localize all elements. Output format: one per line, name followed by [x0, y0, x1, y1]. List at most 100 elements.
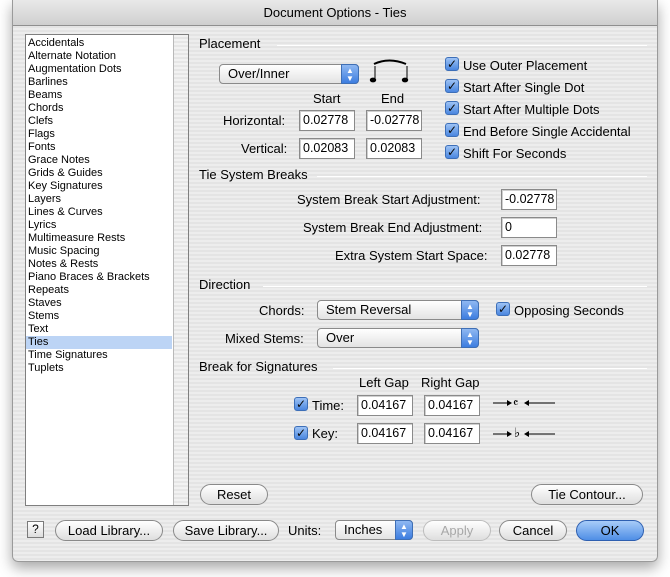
left-gap-label: Left Gap — [359, 375, 409, 390]
sidebar-item[interactable]: Piano Braces & Brackets — [26, 271, 172, 284]
use-outer-placement-label: Use Outer Placement — [463, 58, 588, 73]
popup-arrows-icon: ▲ ▼ — [461, 328, 479, 348]
direction-heading: Direction — [199, 277, 251, 292]
chords-label: Chords: — [259, 303, 305, 318]
popup-arrows-icon: ▲ ▼ — [341, 64, 359, 84]
breaks-divider — [317, 176, 647, 177]
key-left-gap-field[interactable]: 0.04167 — [357, 423, 413, 444]
help-button[interactable]: ? — [27, 521, 44, 538]
vertical-label: Vertical: — [241, 141, 288, 156]
break-end-label: System Break End Adjustment: — [303, 220, 483, 235]
right-gap-label: Right Gap — [421, 375, 480, 390]
sidebar-item[interactable]: Grace Notes — [26, 154, 172, 167]
sidebar-item[interactable]: Tuplets — [26, 362, 172, 375]
horizontal-label: Horizontal: — [223, 113, 286, 128]
placement-heading: Placement — [199, 36, 261, 51]
use-outer-placement-checkbox[interactable]: ✓ — [445, 57, 459, 71]
save-library-button[interactable]: Save Library... — [173, 520, 279, 541]
sidebar-item[interactable]: Ties — [26, 336, 172, 349]
extra-start-space-label: Extra System Start Space: — [335, 248, 488, 263]
sidebar-item[interactable]: Accidentals — [26, 37, 172, 50]
popup-arrows-icon: ▲ ▼ — [461, 300, 479, 320]
break-start-label: System Break Start Adjustment: — [297, 192, 481, 207]
extra-start-space-field[interactable]: 0.02778 — [501, 245, 557, 266]
key-signature-gap-icon: ♭ — [493, 426, 555, 441]
start-after-multiple-dots-label: Start After Multiple Dots — [463, 102, 600, 117]
time-left-gap-field[interactable]: 0.04167 — [357, 395, 413, 416]
sidebar-item[interactable]: Repeats — [26, 284, 172, 297]
start-after-multiple-dots-checkbox[interactable]: ✓ — [445, 101, 459, 115]
tie-preview-icon — [369, 59, 409, 83]
time-label: Time: — [312, 398, 345, 413]
sidebar-item[interactable]: Text — [26, 323, 172, 336]
apply-button[interactable]: Apply — [423, 520, 491, 541]
units-popup-value: Inches — [344, 522, 383, 537]
vertical-start-field[interactable]: 0.02083 — [299, 138, 355, 159]
shift-for-seconds-label: Shift For Seconds — [463, 146, 567, 161]
sidebar-item[interactable]: Fonts — [26, 141, 172, 154]
sidebar-item[interactable]: Lines & Curves — [26, 206, 172, 219]
ok-button[interactable]: OK — [576, 520, 644, 541]
opposing-seconds-label: Opposing Seconds — [514, 303, 624, 318]
mixed-stems-label: Mixed Stems: — [225, 331, 304, 346]
key-break-checkbox[interactable]: ✓ — [294, 426, 308, 440]
horizontal-end-field[interactable]: -0.02778 — [366, 110, 422, 131]
sidebar-item[interactable]: Stems — [26, 310, 172, 323]
start-after-single-dot-checkbox[interactable]: ✓ — [445, 79, 459, 93]
sidebar-item[interactable]: Multimeasure Rests — [26, 232, 172, 245]
vertical-end-field[interactable]: 0.02083 — [366, 138, 422, 159]
time-break-checkbox[interactable]: ✓ — [294, 397, 308, 411]
break-end-field[interactable]: 0 — [501, 217, 557, 238]
shift-for-seconds-checkbox[interactable]: ✓ — [445, 145, 459, 159]
tie-system-breaks-heading: Tie System Breaks — [199, 167, 308, 182]
break-for-signatures-heading: Break for Signatures — [199, 359, 318, 374]
sidebar-item[interactable]: Alternate Notation — [26, 50, 172, 63]
sidebar-item[interactable]: Barlines — [26, 76, 172, 89]
end-column-label: End — [381, 91, 405, 106]
horizontal-start-field[interactable]: 0.02778 — [299, 110, 355, 131]
sidebar-item[interactable]: Augmentation Dots — [26, 63, 172, 76]
time-signature-gap-icon: 𝄴 — [493, 396, 555, 410]
key-label: Key: — [312, 426, 339, 441]
placement-divider — [277, 45, 647, 46]
sidebar-item[interactable]: Staves — [26, 297, 172, 310]
sidebar-item[interactable]: Time Signatures — [26, 349, 172, 362]
sidebar-item[interactable]: Notes & Rests — [26, 258, 172, 271]
break-start-field[interactable]: -0.02778 — [501, 189, 557, 210]
sidebar-item[interactable]: Beams — [26, 89, 172, 102]
tie-contour-button[interactable]: Tie Contour... — [531, 484, 643, 505]
start-column-label: Start — [313, 91, 341, 106]
mixed-stems-popup[interactable]: Over ▲ ▼ — [317, 328, 479, 348]
placement-popup-value: Over/Inner — [228, 66, 290, 81]
category-scrollbar[interactable] — [173, 35, 188, 505]
end-before-accidental-label: End Before Single Accidental — [463, 124, 631, 139]
sidebar-item[interactable]: Flags — [26, 128, 172, 141]
window-title: Document Options - Ties — [13, 0, 657, 26]
reset-button[interactable]: Reset — [200, 484, 268, 505]
cancel-button[interactable]: Cancel — [499, 520, 567, 541]
sidebar-item[interactable]: Grids & Guides — [26, 167, 172, 180]
sidebar-item[interactable]: Music Spacing — [26, 245, 172, 258]
sidebar-item[interactable]: Clefs — [26, 115, 172, 128]
time-right-gap-field[interactable]: 0.04167 — [424, 395, 480, 416]
opposing-seconds-checkbox[interactable]: ✓ — [496, 302, 510, 316]
units-popup[interactable]: Inches ▲ ▼ — [335, 520, 413, 540]
load-library-button[interactable]: Load Library... — [55, 520, 163, 541]
sidebar-item[interactable]: Chords — [26, 102, 172, 115]
sidebar-item[interactable]: Key Signatures — [26, 180, 172, 193]
sidebar-item[interactable]: Lyrics — [26, 219, 172, 232]
signatures-divider — [333, 368, 647, 369]
direction-divider — [263, 286, 647, 287]
chords-popup-value: Stem Reversal — [326, 302, 412, 317]
chords-popup[interactable]: Stem Reversal ▲ ▼ — [317, 300, 479, 320]
key-right-gap-field[interactable]: 0.04167 — [424, 423, 480, 444]
sidebar-item[interactable]: Layers — [26, 193, 172, 206]
end-before-accidental-checkbox[interactable]: ✓ — [445, 123, 459, 137]
placement-popup[interactable]: Over/Inner ▲ ▼ — [219, 64, 359, 84]
category-items: Accidentals Alternate Notation Augmentatio… — [26, 37, 172, 375]
document-options-window: Document Options - Ties Accidentals Alter… — [12, 0, 658, 562]
popup-arrows-icon: ▲ ▼ — [395, 520, 413, 540]
category-list[interactable]: Accidentals Alternate Notation Augmentatio… — [25, 34, 189, 506]
svg-text:♭: ♭ — [514, 426, 520, 441]
units-label: Units: — [288, 523, 322, 538]
